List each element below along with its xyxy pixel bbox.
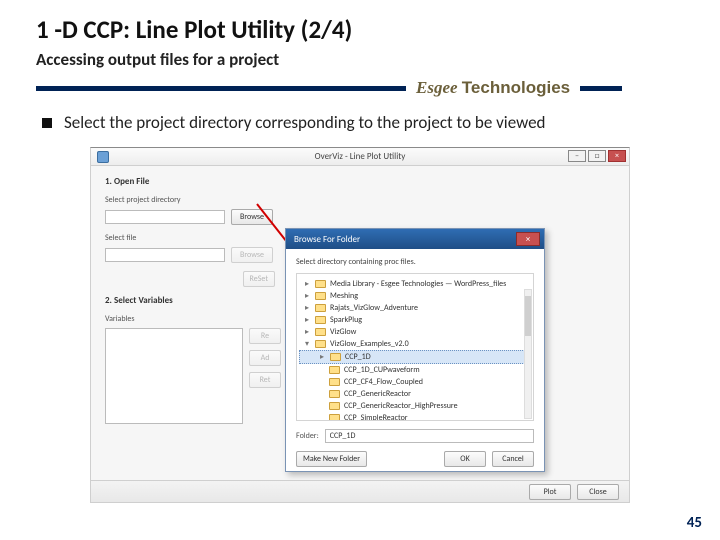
folder-icon [330,353,341,361]
brand-bar: Esgee Technologies [36,78,684,98]
folder-icon [329,402,340,410]
tree-node-label: Meshing [330,291,358,301]
tree-node-label: VizGlow [330,327,356,337]
scrollbar-thumb[interactable] [525,296,531,336]
tree-node[interactable]: CCP_SimpleReactor [299,412,531,421]
slide: 1 -D CCP: Line Plot Utility (2/4) Access… [0,0,720,540]
minimize-button[interactable]: – [568,150,586,162]
folder-icon [315,316,326,324]
ad-button[interactable]: Ad [249,350,281,366]
folder-icon [315,340,326,348]
tree-node-label: VizGlow_Examples_v2.0 [330,339,409,349]
bullet-square-icon [42,118,52,128]
dialog-title: Browse For Folder [294,234,360,245]
project-dir-input[interactable] [105,210,225,224]
tree-node[interactable]: ▸ CCP_1D [299,350,531,364]
folder-name-value: CCP_1D [330,431,356,441]
chevron-right-icon[interactable]: ▸ [303,315,311,325]
chevron-down-icon[interactable]: ▾ [303,339,311,349]
browse-project-dir-button[interactable]: Browse [231,209,273,225]
tree-node-label: Rajats_VizGlow_Adventure [330,303,418,313]
bullet-item: Select the project directory correspondi… [42,112,684,133]
tree-node[interactable]: ▸ VizGlow [299,326,531,338]
tree-node-label: Media Library - Esgee Technologies — Wor… [330,279,506,289]
plot-button[interactable]: Plot [529,484,571,500]
tree-node-label: CCP_CF4_Flow_Coupled [344,377,423,387]
file-input[interactable] [105,248,225,262]
folder-icon [315,292,326,300]
tree-node[interactable]: ▸ Meshing [299,290,531,302]
cancel-button[interactable]: Cancel [492,451,534,467]
overviz-icon [97,151,109,163]
chevron-right-icon[interactable]: ▸ [318,352,326,362]
tree-node[interactable]: CCP_CF4_Flow_Coupled [299,376,531,388]
window-controls: – □ × [568,150,626,162]
maximize-button[interactable]: □ [588,150,606,162]
tree-node-label: CCP_1D_CUPwaveform [344,365,420,375]
dialog-instruction: Select directory containing proc files. [296,257,534,267]
tree-node[interactable]: ▸ SparkPlug [299,314,531,326]
slide-title: 1 -D CCP: Line Plot Utility (2/4) [36,14,684,45]
bullet-text: Select the project directory correspondi… [64,112,545,133]
tree-node[interactable]: CCP_1D_CUPwaveform [299,364,531,376]
brand-second: Technologies [462,78,570,97]
folder-tree[interactable]: ▸ Media Library - Esgee Technologies — Wo… [296,273,534,421]
page-number: 45 [687,514,702,532]
chevron-right-icon[interactable]: ▸ [303,327,311,337]
tree-node[interactable]: ▾ VizGlow_Examples_v2.0 [299,338,531,350]
tree-node-label: CCP_SimpleReactor [344,413,408,421]
app-close-button[interactable]: Close [577,484,619,500]
make-new-folder-button[interactable]: Make New Folder [296,451,367,467]
folder-icon [315,304,326,312]
folder-icon [315,280,326,288]
tree-node[interactable]: CCP_GenericReactor [299,388,531,400]
screenshot-wrapper: OverViz - Line Plot Utility – □ × 1. Ope… [36,147,684,503]
dialog-titlebar[interactable]: Browse For Folder × [286,229,544,249]
tree-node[interactable]: ▸ Rajats_VizGlow_Adventure [299,302,531,314]
ret-button[interactable]: Ret [249,372,281,388]
folder-icon [315,328,326,336]
browse-file-button[interactable]: Browse [231,247,273,263]
tree-node-label: SparkPlug [330,315,362,325]
folder-name-input[interactable]: CCP_1D [325,429,534,443]
tree-scrollbar[interactable] [524,289,532,419]
chevron-right-icon[interactable]: ▸ [303,303,311,313]
tree-node-label: CCP_GenericReactor_HighPressure [344,401,458,411]
slide-subtitle: Accessing output files for a project [36,49,684,70]
divider-left [36,86,406,91]
folder-icon [329,390,340,398]
chevron-right-icon[interactable]: ▸ [303,291,311,301]
dialog-close-button[interactable]: × [516,232,540,246]
tree-node[interactable]: CCP_GenericReactor_HighPressure [299,400,531,412]
app-window: OverViz - Line Plot Utility – □ × 1. Ope… [90,147,630,503]
chevron-right-icon[interactable]: ▸ [303,279,311,289]
tree-node-label: CCP_1D [345,352,371,362]
reset-button[interactable]: ReSet [243,271,275,287]
folder-icon [329,414,340,421]
brand-logo: Esgee Technologies [416,78,570,98]
app-titlebar[interactable]: OverViz - Line Plot Utility – □ × [91,148,629,166]
dialog-body: Select directory containing proc files. … [286,249,544,473]
section-open-file: 1. Open File [105,176,615,187]
brand-first: Esgee [416,78,458,97]
app-title: OverViz - Line Plot Utility [315,151,406,162]
folder-icon [329,366,340,374]
app-bottom-bar: Plot Close [91,480,629,502]
app-body: 1. Open File Select project directory Br… [91,166,629,502]
tree-node-label: CCP_GenericReactor [344,389,411,399]
close-button[interactable]: × [608,150,626,162]
folder-icon [329,378,340,386]
divider-right [580,86,622,91]
folder-label: Folder: [296,431,319,441]
browse-folder-dialog: Browse For Folder × Select directory con… [285,228,545,472]
variable-action-buttons: Re Ad Ret [249,328,281,388]
tree-node[interactable]: ▸ Media Library - Esgee Technologies — Wo… [299,278,531,290]
re-button[interactable]: Re [249,328,281,344]
label-project-dir: Select project directory [105,195,615,205]
variables-listbox[interactable] [105,328,243,424]
ok-button[interactable]: OK [444,451,486,467]
